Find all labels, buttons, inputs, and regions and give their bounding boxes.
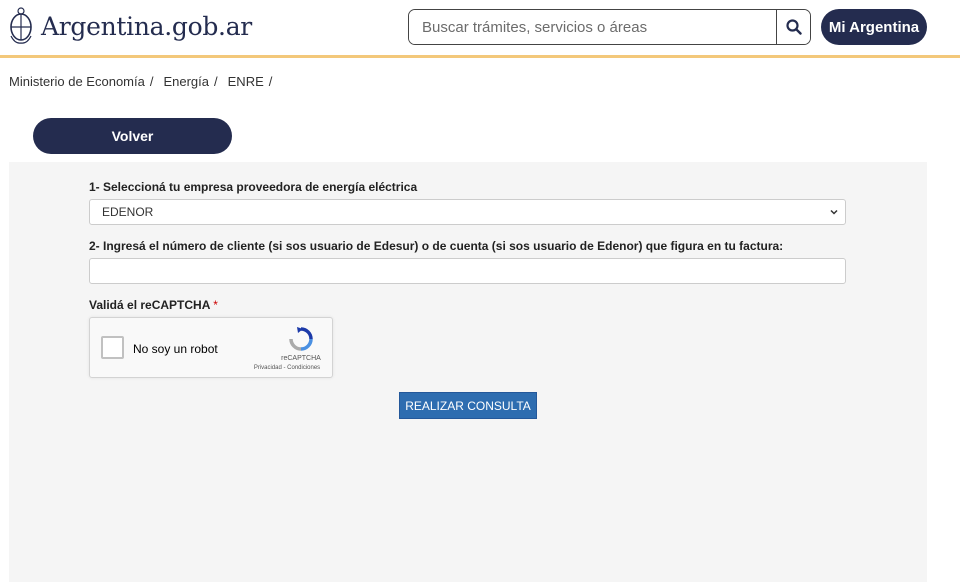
site-logo[interactable]: Argentina.gob.ar (8, 6, 252, 46)
recaptcha-widget: No soy un robot reCAPTCHA Privacidad - C… (89, 317, 333, 378)
breadcrumb-item-energia[interactable]: Energía (163, 74, 209, 89)
consulta-form: 1- Seleccioná tu empresa proveedora de e… (9, 162, 927, 582)
search-input[interactable] (409, 10, 776, 44)
provider-select-value: EDENOR (102, 205, 154, 219)
recaptcha-checkbox[interactable] (101, 336, 124, 359)
volver-button[interactable]: Volver (33, 118, 232, 154)
recaptcha-label-text: Validá el reCAPTCHA (89, 298, 210, 312)
breadcrumb-item-enre[interactable]: ENRE (228, 74, 264, 89)
breadcrumb: Ministerio de Economía / Energía / ENRE … (9, 74, 278, 89)
recaptcha-checkbox-label: No soy un robot (133, 342, 218, 356)
search-icon (785, 19, 802, 35)
breadcrumb-separator: / (214, 74, 218, 89)
recaptcha-links[interactable]: Privacidad - Condiciones (240, 365, 334, 371)
breadcrumb-separator: / (149, 74, 154, 89)
mi-argentina-button[interactable]: Mi Argentina (821, 9, 927, 45)
search-button[interactable] (776, 10, 810, 44)
chevron-down-icon (830, 209, 838, 215)
search-bar (408, 9, 811, 45)
breadcrumb-separator: / (268, 74, 273, 89)
required-mark: * (213, 298, 218, 312)
site-header: Argentina.gob.ar Mi Argentina (0, 0, 960, 58)
recaptcha-logo-icon (289, 327, 313, 351)
provider-select[interactable]: EDENOR (89, 199, 846, 225)
provider-label: 1- Seleccioná tu empresa proveedora de e… (89, 180, 418, 194)
recaptcha-brand: reCAPTCHA (281, 355, 321, 362)
account-number-label: 2- Ingresá el número de cliente (si sos … (89, 239, 784, 253)
breadcrumb-item-ministerio[interactable]: Ministerio de Economía (9, 74, 145, 89)
account-number-input[interactable] (89, 258, 846, 284)
logo-text: Argentina.gob.ar (41, 11, 252, 41)
recaptcha-label: Validá el reCAPTCHA * (89, 298, 218, 312)
realizar-consulta-button[interactable]: REALIZAR CONSULTA (399, 392, 537, 419)
coat-of-arms-icon (10, 7, 32, 44)
